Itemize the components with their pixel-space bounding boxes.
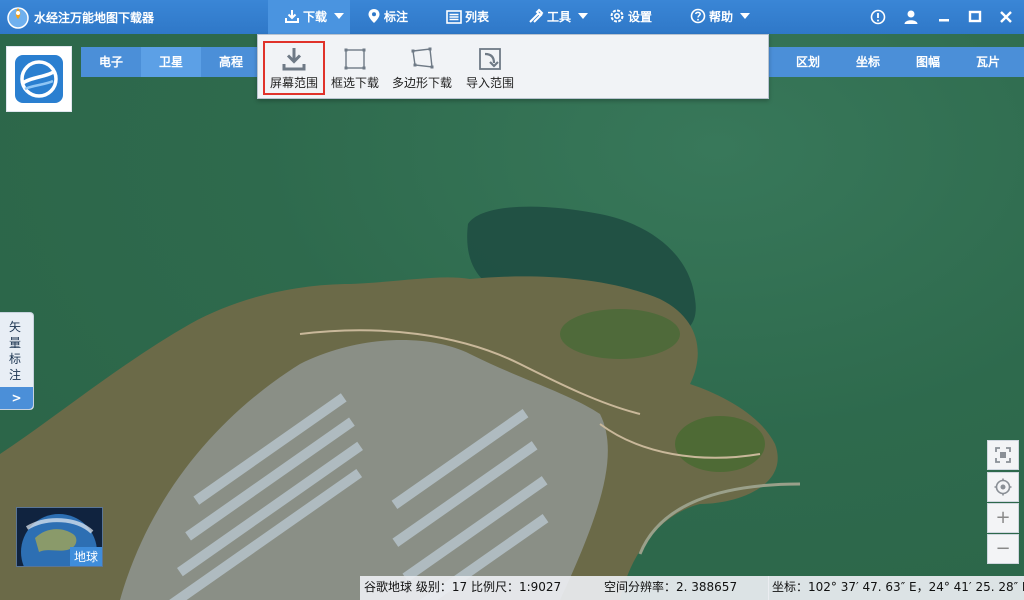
rectangle-select-icon xyxy=(344,48,366,70)
chevron-right-icon: > xyxy=(0,387,33,409)
download-polygon[interactable]: 多边形下载 xyxy=(390,41,454,91)
title-bar: 水经注万能地图下载器 下载 标注 列表 工具 设置 帮助 xyxy=(0,0,1024,34)
download-icon xyxy=(282,48,306,71)
status-level: 级别：17 xyxy=(415,580,468,594)
fullscreen-button[interactable] xyxy=(987,440,1019,470)
help-icon xyxy=(690,8,706,24)
map-type-electronic[interactable]: 电子 xyxy=(81,47,141,77)
list-icon xyxy=(446,10,462,24)
import-range-label: 导入范围 xyxy=(465,76,514,90)
chevron-down-icon xyxy=(578,13,589,19)
info-icon[interactable] xyxy=(868,7,888,27)
menu-list[interactable]: 列表 xyxy=(446,0,489,34)
menu-help[interactable]: 帮助 xyxy=(690,0,751,34)
menu-download[interactable]: 下载 xyxy=(268,0,350,34)
map-logo xyxy=(6,46,72,112)
locate-icon xyxy=(994,478,1012,496)
download-box-select-label: 框选下载 xyxy=(330,76,379,90)
layer-tiles[interactable]: 瓦片 xyxy=(958,47,1018,77)
menu-tools-label: 工具 xyxy=(547,10,572,24)
polygon-select-icon xyxy=(411,47,434,69)
import-range[interactable]: 导入范围 xyxy=(463,41,517,91)
zoom-in-button[interactable]: + xyxy=(987,503,1019,533)
menu-list-label: 列表 xyxy=(465,10,490,24)
status-coordinates-box: 坐标：102° 37′ 47. 63″ E，24° 41′ 25. 28″ N xyxy=(768,576,1024,600)
globe-thumbnail-label: 地球 xyxy=(69,547,102,566)
globe-thumbnail[interactable]: 地球 xyxy=(16,507,103,567)
globe-logo-icon xyxy=(15,55,63,103)
map-type-elevation[interactable]: 高程 xyxy=(201,47,261,77)
vector-annotation-tab[interactable]: 矢量标注 > xyxy=(0,312,34,410)
menu-download-label: 下载 xyxy=(303,10,328,24)
map-type-bar-left: 电子 卫星 高程 xyxy=(81,47,261,77)
menu-help-label: 帮助 xyxy=(709,10,734,24)
layer-map-sheet[interactable]: 图幅 xyxy=(898,47,958,77)
download-dropdown: 屏幕范围 框选下载 多边形下载 导入范围 xyxy=(257,34,769,99)
map-type-bar-right: 区划 坐标 图幅 瓦片 xyxy=(768,47,1024,77)
layer-district[interactable]: 区划 xyxy=(778,47,838,77)
menu-settings[interactable]: 设置 xyxy=(609,0,652,34)
app-title: 水经注万能地图下载器 xyxy=(34,11,155,25)
vector-annotation-label: 矢量标注 xyxy=(9,320,22,382)
chevron-down-icon xyxy=(334,13,345,19)
user-icon[interactable] xyxy=(901,7,921,27)
status-resolution-box: 空间分辨率：2. 388657 xyxy=(600,576,769,600)
status-coordinates: 坐标：102° 37′ 47. 63″ E，24° 41′ 25. 28″ N xyxy=(772,580,1024,594)
status-source: 谷歌地球 xyxy=(364,580,413,594)
maximize-icon[interactable] xyxy=(965,7,985,27)
chevron-down-icon xyxy=(740,13,751,19)
close-icon[interactable] xyxy=(996,7,1016,27)
download-icon xyxy=(285,10,299,23)
layer-coordinates[interactable]: 坐标 xyxy=(838,47,898,77)
location-pin-icon xyxy=(368,9,380,23)
download-box-select[interactable]: 框选下载 xyxy=(328,41,382,91)
status-resolution: 空间分辨率：2. 388657 xyxy=(604,580,738,594)
satellite-map[interactable] xyxy=(0,34,1024,600)
map-type-satellite[interactable]: 卫星 xyxy=(141,47,201,77)
status-map-info: 谷歌地球 级别：17 比例尺：1:9027 xyxy=(360,576,600,600)
menu-mark[interactable]: 标注 xyxy=(367,0,408,34)
menu-settings-label: 设置 xyxy=(628,10,653,24)
zoom-out-button[interactable]: − xyxy=(987,534,1019,564)
menu-mark-label: 标注 xyxy=(384,10,409,24)
map-imagery xyxy=(0,206,801,600)
fullscreen-icon xyxy=(995,447,1011,463)
minimize-icon[interactable] xyxy=(934,7,954,27)
tools-icon xyxy=(529,8,544,23)
download-screen-range-label: 屏幕范围 xyxy=(269,76,318,90)
status-scale: 比例尺：1:9027 xyxy=(470,580,562,594)
import-range-icon xyxy=(479,48,501,70)
download-screen-range[interactable]: 屏幕范围 xyxy=(263,41,325,95)
gear-icon xyxy=(610,9,624,23)
menu-tools[interactable]: 工具 xyxy=(528,0,589,34)
locate-button[interactable] xyxy=(987,472,1019,502)
app-logo-icon xyxy=(7,7,29,29)
download-polygon-label: 多边形下载 xyxy=(391,76,452,90)
